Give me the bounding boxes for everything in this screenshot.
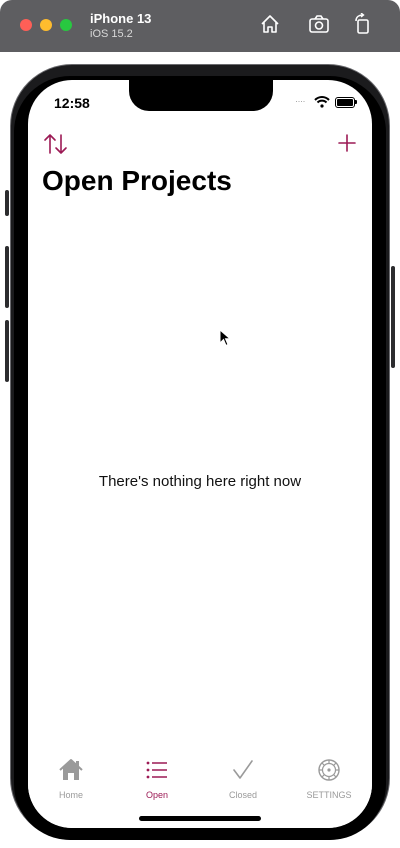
empty-state-message: There's nothing here right now (98, 473, 302, 490)
tab-settings[interactable]: SETTINGS (299, 758, 359, 800)
minimize-window-button[interactable] (40, 19, 52, 31)
rotate-icon[interactable] (352, 12, 374, 35)
house-icon (41, 758, 101, 787)
tab-home[interactable]: Home (41, 758, 101, 800)
volume-down-button (5, 320, 9, 382)
zoom-window-button[interactable] (60, 19, 72, 31)
home-indicator[interactable] (139, 816, 261, 821)
battery-icon (335, 97, 355, 108)
mouse-pointer-icon (219, 328, 232, 352)
list-icon (127, 758, 187, 787)
mute-switch (5, 190, 9, 216)
page-title: Open Projects (42, 165, 232, 196)
home-icon[interactable] (259, 13, 281, 35)
plus-icon[interactable] (336, 132, 358, 154)
device-name: iPhone 13 (90, 11, 152, 26)
tab-open-label: Open (145, 790, 169, 800)
volume-up-button (5, 246, 9, 308)
tab-closed[interactable]: Closed (213, 758, 273, 800)
app-screen: 12:58 ···· Open Projects There's nothing… (28, 80, 372, 828)
tab-closed-label: Closed (228, 790, 257, 800)
simulator-title-bar: iPhone 13 iOS 15.2 (0, 0, 400, 52)
checkmark-icon (213, 758, 273, 787)
tab-home-label: Home (58, 790, 83, 800)
power-button (391, 266, 395, 368)
os-version: iOS 15.2 (90, 28, 133, 40)
status-time: 12:58 (54, 95, 90, 111)
camera-icon[interactable] (308, 13, 330, 35)
cellular-signal: ···· (295, 96, 306, 106)
tab-settings-label: SETTINGS (306, 790, 352, 800)
wifi-icon (314, 95, 330, 113)
notch (129, 80, 273, 111)
sort-arrows-icon[interactable] (43, 132, 69, 156)
close-window-button[interactable] (20, 19, 32, 31)
gear-icon (299, 758, 359, 787)
tab-open[interactable]: Open (127, 758, 187, 800)
battery-nub (355, 100, 357, 104)
